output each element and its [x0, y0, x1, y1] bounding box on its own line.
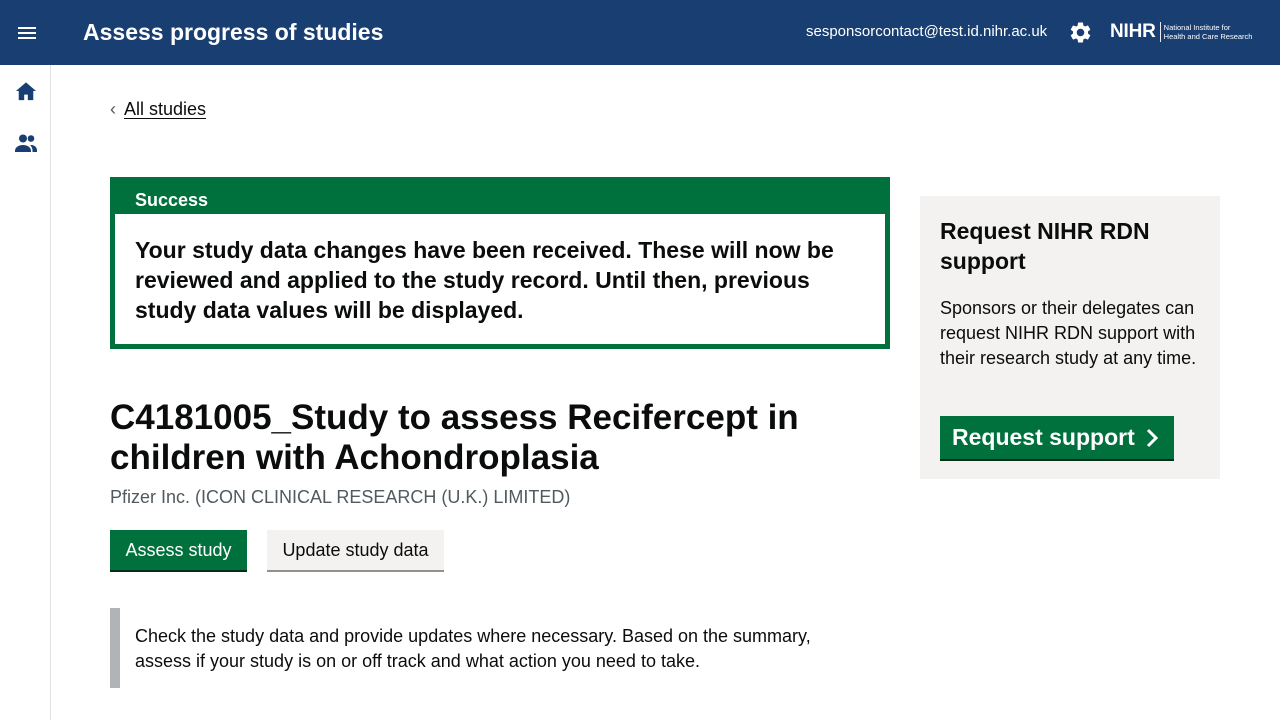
app-header: Assess progress of studies sesponsorcont… — [0, 0, 1280, 65]
notification-message: Your study data changes have been receiv… — [115, 214, 885, 344]
logo-mark: NIHR — [1110, 21, 1156, 42]
user-email: sesponsorcontact@test.id.nihr.ac.uk — [806, 23, 1048, 40]
guidance-inset-text: Check the study data and provide updates… — [110, 608, 870, 688]
request-support-label: Request support — [952, 424, 1135, 450]
request-support-panel: Request NIHR RDN support Sponsors or the… — [920, 196, 1220, 479]
back-link-all-studies[interactable]: ‹ All studies — [110, 97, 206, 121]
notification-title: Success — [135, 190, 209, 210]
chevron-left-icon: ‹ — [110, 99, 116, 119]
sidebar — [0, 65, 51, 720]
success-notification-banner: Success Your study data changes have bee… — [110, 177, 890, 349]
gear-icon[interactable] — [1068, 20, 1093, 45]
update-study-data-button[interactable]: Update study data — [267, 530, 444, 570]
logo-line-2: Health and Care Research — [1163, 32, 1253, 41]
app-title[interactable]: Assess progress of studies — [83, 18, 383, 46]
home-icon[interactable] — [13, 78, 39, 104]
support-panel-title: Request NIHR RDN support — [940, 218, 1150, 274]
chevron-right-icon — [1145, 428, 1159, 448]
request-support-button[interactable]: Request support — [940, 416, 1174, 459]
users-icon[interactable] — [13, 130, 39, 156]
study-title: C4181005_Study to assess Recifercept in … — [110, 398, 799, 477]
hamburger-menu-icon[interactable] — [10, 17, 44, 49]
assess-study-button[interactable]: Assess study — [110, 530, 247, 570]
logo-divider — [1159, 22, 1161, 42]
support-panel-text: Sponsors or their delegates can request … — [940, 298, 1197, 368]
nihr-logo: NIHR National Institute for Health and C… — [1110, 20, 1252, 44]
logo-line-1: National Institute for — [1163, 23, 1231, 32]
study-organisation: Pfizer Inc. (ICON CLINICAL RESEARCH (U.K… — [110, 487, 571, 507]
back-link-label: All studies — [124, 98, 207, 119]
logo-text: National Institute for Health and Care R… — [1164, 23, 1253, 41]
